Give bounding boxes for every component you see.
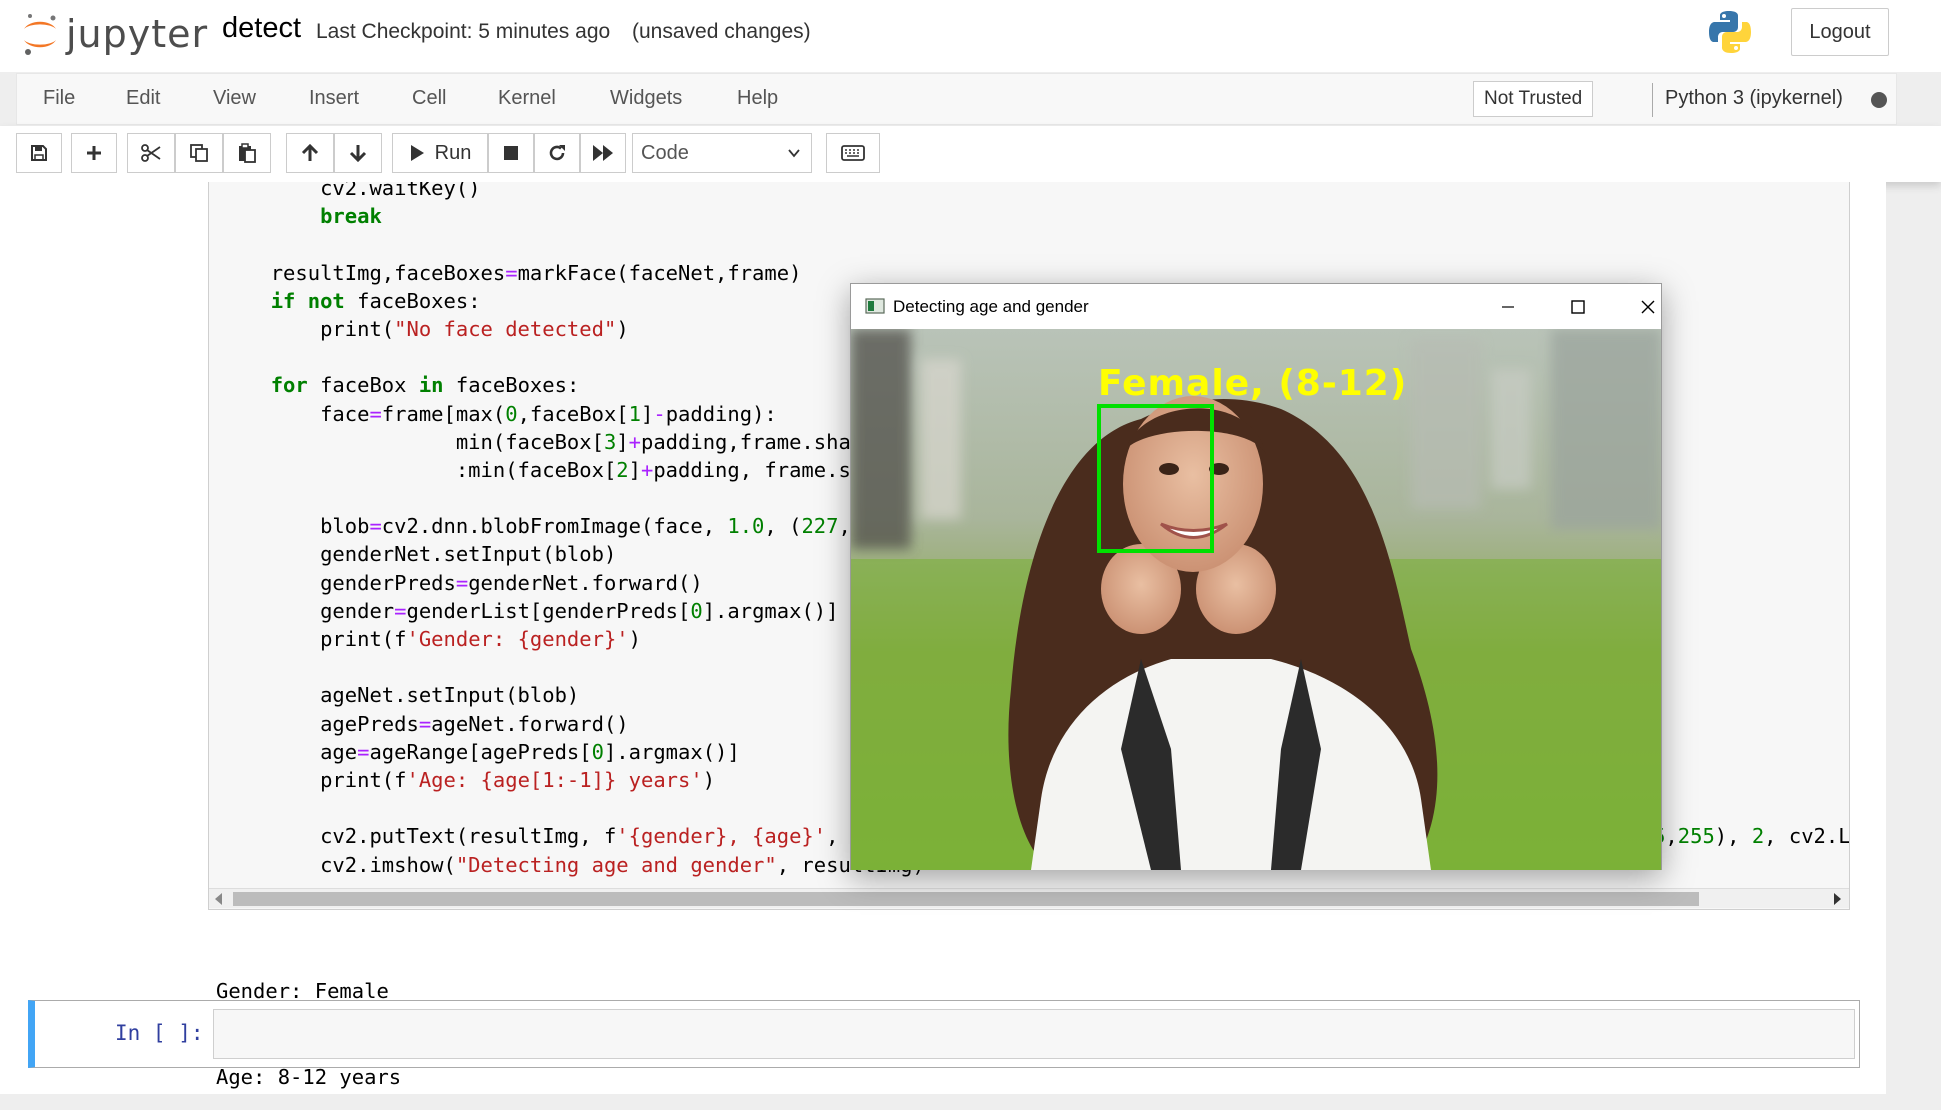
paste-icon [239, 143, 256, 163]
stop-icon [504, 146, 518, 160]
toolbar: Run Code [0, 126, 1941, 182]
menu-view[interactable]: View [213, 87, 256, 110]
code-line[interactable] [209, 230, 1849, 258]
scrollbar-thumb[interactable] [233, 892, 1699, 906]
code-line[interactable]: cv2.waitKey() [209, 182, 1849, 202]
code-line[interactable]: break [209, 202, 1849, 230]
save-button[interactable] [16, 133, 62, 173]
kernel-status-icon [1871, 92, 1887, 108]
restart-run-all-button[interactable] [580, 133, 626, 173]
restart-button[interactable] [534, 133, 580, 173]
fast-forward-icon [593, 145, 613, 161]
close-icon [1641, 300, 1655, 314]
kernel-separator [1652, 83, 1653, 117]
scroll-right-icon[interactable] [1834, 893, 1841, 905]
arrow-up-icon [301, 144, 319, 161]
jupyter-logo[interactable]: jupyter [20, 8, 208, 60]
logout-button[interactable]: Logout [1791, 8, 1889, 56]
kernel-name[interactable]: Python 3 (ipykernel) [1665, 87, 1843, 110]
cell-type-value: Code [641, 141, 689, 164]
menubar: File Edit View Insert Cell Kernel Widget… [16, 73, 1897, 125]
menu-help[interactable]: Help [737, 87, 778, 110]
arrow-down-icon [349, 145, 367, 162]
window-title: Detecting age and gender [893, 297, 1089, 316]
horizontal-scrollbar[interactable] [209, 888, 1849, 908]
menu-insert[interactable]: Insert [309, 87, 359, 110]
window-app-icon [865, 298, 885, 314]
maximize-button[interactable] [1558, 292, 1598, 322]
notebook-name[interactable]: detect [222, 12, 301, 45]
empty-code-cell[interactable]: In [ ]: [28, 1000, 1860, 1068]
interrupt-button[interactable] [488, 133, 534, 173]
save-icon [31, 145, 47, 161]
checkpoint-status: Last Checkpoint: 5 minutes ago [316, 20, 611, 43]
keyboard-icon [841, 145, 865, 161]
cut-icon [141, 144, 161, 162]
run-button[interactable]: Run [392, 133, 488, 173]
girl-photo: Female, (8-12) [851, 329, 1661, 870]
move-up-button[interactable] [286, 133, 334, 173]
restart-icon [549, 145, 565, 161]
menu-widgets[interactable]: Widgets [610, 87, 682, 110]
menu-file[interactable]: File [43, 87, 75, 110]
maximize-icon [1571, 300, 1585, 314]
jupyter-logo-icon [24, 14, 56, 55]
jupyter-logo-text: jupyter [66, 12, 209, 56]
python-icon [1709, 11, 1751, 53]
move-down-button[interactable] [334, 133, 382, 173]
menu-kernel[interactable]: Kernel [498, 87, 556, 110]
scroll-left-icon[interactable] [215, 893, 222, 905]
detection-image: Female, (8-12) [851, 329, 1661, 870]
window-titlebar[interactable]: Detecting age and gender [851, 284, 1661, 329]
insert-cell-button[interactable] [71, 133, 117, 173]
cut-button[interactable] [127, 133, 175, 173]
run-label: Run [434, 141, 472, 164]
command-palette-button[interactable] [826, 133, 880, 173]
plus-icon [87, 146, 101, 160]
opencv-window[interactable]: Detecting age and gender Female, (8-12) [850, 283, 1662, 870]
cell-type-select[interactable]: Code [632, 133, 812, 173]
paste-button[interactable] [223, 133, 271, 173]
unsaved-indicator: (unsaved changes) [632, 20, 811, 43]
run-icon [410, 145, 424, 161]
copy-icon [190, 144, 208, 162]
minimize-button[interactable] [1488, 292, 1528, 322]
menu-cell[interactable]: Cell [412, 87, 446, 110]
detection-label: Female, (8-12) [1098, 363, 1407, 404]
not-trusted-button[interactable]: Not Trusted [1473, 81, 1594, 117]
chevron-down-icon [788, 149, 800, 158]
close-button[interactable] [1628, 292, 1668, 322]
menu-edit[interactable]: Edit [126, 87, 160, 110]
copy-button[interactable] [175, 133, 223, 173]
minimize-icon [1502, 306, 1514, 308]
empty-cell-input[interactable] [213, 1009, 1855, 1059]
input-prompt: In [ ]: [115, 1021, 204, 1045]
header: jupyter detect Last Checkpoint: 5 minute… [0, 0, 1941, 72]
